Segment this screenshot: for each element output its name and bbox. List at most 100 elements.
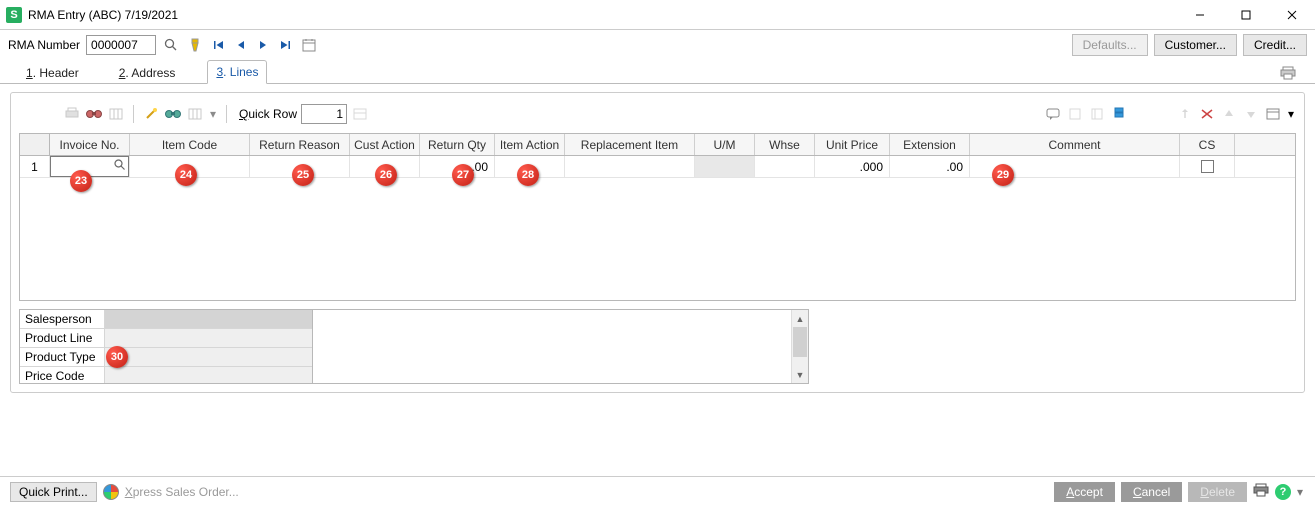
cell-item-action[interactable] <box>495 156 565 178</box>
detail-pricecode-value <box>105 367 312 383</box>
col-extension[interactable]: Extension <box>890 134 970 155</box>
col-item-action[interactable]: Item Action <box>495 134 565 155</box>
delete-button: Delete <box>1188 482 1247 502</box>
detail-panel: Salesperson Product Line Product Type Pr… <box>19 309 809 384</box>
credit-button[interactable]: Credit... <box>1243 34 1307 56</box>
detail-salesperson-value <box>105 310 312 329</box>
flashlight-icon[interactable] <box>186 36 204 54</box>
cell-padding <box>1235 156 1295 178</box>
col-unit-price[interactable]: Unit Price <box>815 134 890 155</box>
col-item[interactable]: Item Code <box>130 134 250 155</box>
help-dropdown-icon[interactable]: ▾ <box>1297 485 1305 499</box>
cs-checkbox[interactable] <box>1201 160 1214 173</box>
move-down-icon <box>1242 105 1260 123</box>
col-padding <box>1235 134 1295 155</box>
delete-row-icon[interactable] <box>1198 105 1216 123</box>
col-reason[interactable]: Return Reason <box>250 134 350 155</box>
cell-item[interactable] <box>130 156 250 178</box>
scroll-thumb[interactable] <box>793 327 807 357</box>
col-return-qty[interactable]: Return Qty <box>420 134 495 155</box>
print-grid-icon <box>63 105 81 123</box>
printer-icon[interactable] <box>1253 482 1269 501</box>
lookup-icon[interactable] <box>162 36 180 54</box>
close-button[interactable] <box>1269 0 1315 30</box>
detail-prodline-label: Product Line <box>20 329 105 348</box>
cell-extension[interactable]: .00 <box>890 156 970 178</box>
cell-cust-action[interactable] <box>350 156 420 178</box>
insert-row-icon <box>1176 105 1194 123</box>
quick-row-label: Quick Row <box>239 107 297 121</box>
col-invoice[interactable]: Invoice No. <box>50 134 130 155</box>
cancel-button[interactable]: Cancel <box>1121 482 1182 502</box>
goto-row-icon <box>351 105 369 123</box>
help-icon[interactable]: ? <box>1275 484 1291 500</box>
layout-dropdown-icon[interactable]: ▾ <box>1286 105 1296 123</box>
cell-comment[interactable] <box>970 156 1180 178</box>
detail-prodtype-value <box>105 348 312 367</box>
col-um[interactable]: U/M <box>695 134 755 155</box>
app-icon: S <box>6 7 22 23</box>
wheel-icon[interactable] <box>103 484 119 500</box>
defaults-button[interactable]: Defaults... <box>1072 34 1148 56</box>
title-bar: S RMA Entry (ABC) 7/19/2021 <box>0 0 1315 30</box>
detail-prodtype-label: Product Type <box>20 348 105 367</box>
detail-memo[interactable]: ▲ ▼ <box>313 310 808 383</box>
rma-number-input[interactable] <box>86 35 156 55</box>
panel-icon <box>1066 105 1084 123</box>
cell-whse[interactable] <box>755 156 815 178</box>
binoculars2-icon[interactable] <box>164 105 182 123</box>
dropdown-toggle-icon: ▾ <box>208 105 218 123</box>
footer: Quick Print... Xpress Sales Order... Acc… <box>0 476 1315 506</box>
print-icon[interactable] <box>1279 64 1297 82</box>
grid-toolbar: ▾ Quick Row ▾ <box>19 101 1296 127</box>
scroll-up-icon[interactable]: ▲ <box>792 310 808 327</box>
col-replacement[interactable]: Replacement Item <box>565 134 695 155</box>
wand-icon[interactable] <box>142 105 160 123</box>
col-comment[interactable]: Comment <box>970 134 1180 155</box>
row-header[interactable]: 1 <box>20 156 50 178</box>
maximize-button[interactable] <box>1223 0 1269 30</box>
tab-lines[interactable]: 3. Lines <box>207 60 267 84</box>
reset-layout-icon[interactable] <box>1264 105 1282 123</box>
detail-pricecode-label: Price Code <box>20 367 105 383</box>
quick-print-button[interactable]: Quick Print... <box>10 482 97 502</box>
col-cust-action[interactable]: Cust Action <box>350 134 420 155</box>
calendar-icon[interactable] <box>300 36 318 54</box>
last-record-icon[interactable] <box>276 36 294 54</box>
tab-address[interactable]: 2. Address <box>111 62 184 84</box>
cell-reason[interactable] <box>250 156 350 178</box>
cell-return-qty[interactable]: .00 <box>420 156 495 178</box>
cell-invoice[interactable] <box>50 156 130 178</box>
accept-button[interactable]: Accept <box>1054 482 1115 502</box>
comment-icon[interactable] <box>1044 105 1062 123</box>
header-row: RMA Number Defaults... Customer... Credi… <box>0 30 1315 60</box>
invoice-lookup-icon[interactable] <box>113 158 127 172</box>
lines-panel: ▾ Quick Row ▾ Invoice No. Item Code Retu… <box>10 92 1305 393</box>
detail-scrollbar[interactable]: ▲ ▼ <box>791 310 808 383</box>
columns2-icon <box>186 105 204 123</box>
customer-button[interactable]: Customer... <box>1154 34 1237 56</box>
next-record-icon[interactable] <box>254 36 272 54</box>
server-icon[interactable] <box>1110 105 1128 123</box>
quick-row-input[interactable] <box>301 104 347 124</box>
move-up-icon <box>1220 105 1238 123</box>
first-record-icon[interactable] <box>210 36 228 54</box>
panel2-icon <box>1088 105 1106 123</box>
cell-cs[interactable] <box>1180 156 1235 178</box>
window-title: RMA Entry (ABC) 7/19/2021 <box>28 8 1177 22</box>
detail-prodline-value <box>105 329 312 348</box>
xpress-sales-order-button: Xpress Sales Order... <box>125 485 239 499</box>
cell-replacement[interactable] <box>565 156 695 178</box>
show-columns-icon <box>107 105 125 123</box>
col-whse[interactable]: Whse <box>755 134 815 155</box>
rma-number-label: RMA Number <box>8 38 80 52</box>
minimize-button[interactable] <box>1177 0 1223 30</box>
grid-corner <box>20 134 50 155</box>
col-cs[interactable]: CS <box>1180 134 1235 155</box>
scroll-down-icon[interactable]: ▼ <box>792 366 808 383</box>
prev-record-icon[interactable] <box>232 36 250 54</box>
tab-header[interactable]: 1. Header <box>18 62 87 84</box>
cell-unit-price[interactable]: .000 <box>815 156 890 178</box>
binoculars-icon[interactable] <box>85 105 103 123</box>
tabs: 1. Header 2. Address 3. Lines <box>0 60 1315 84</box>
